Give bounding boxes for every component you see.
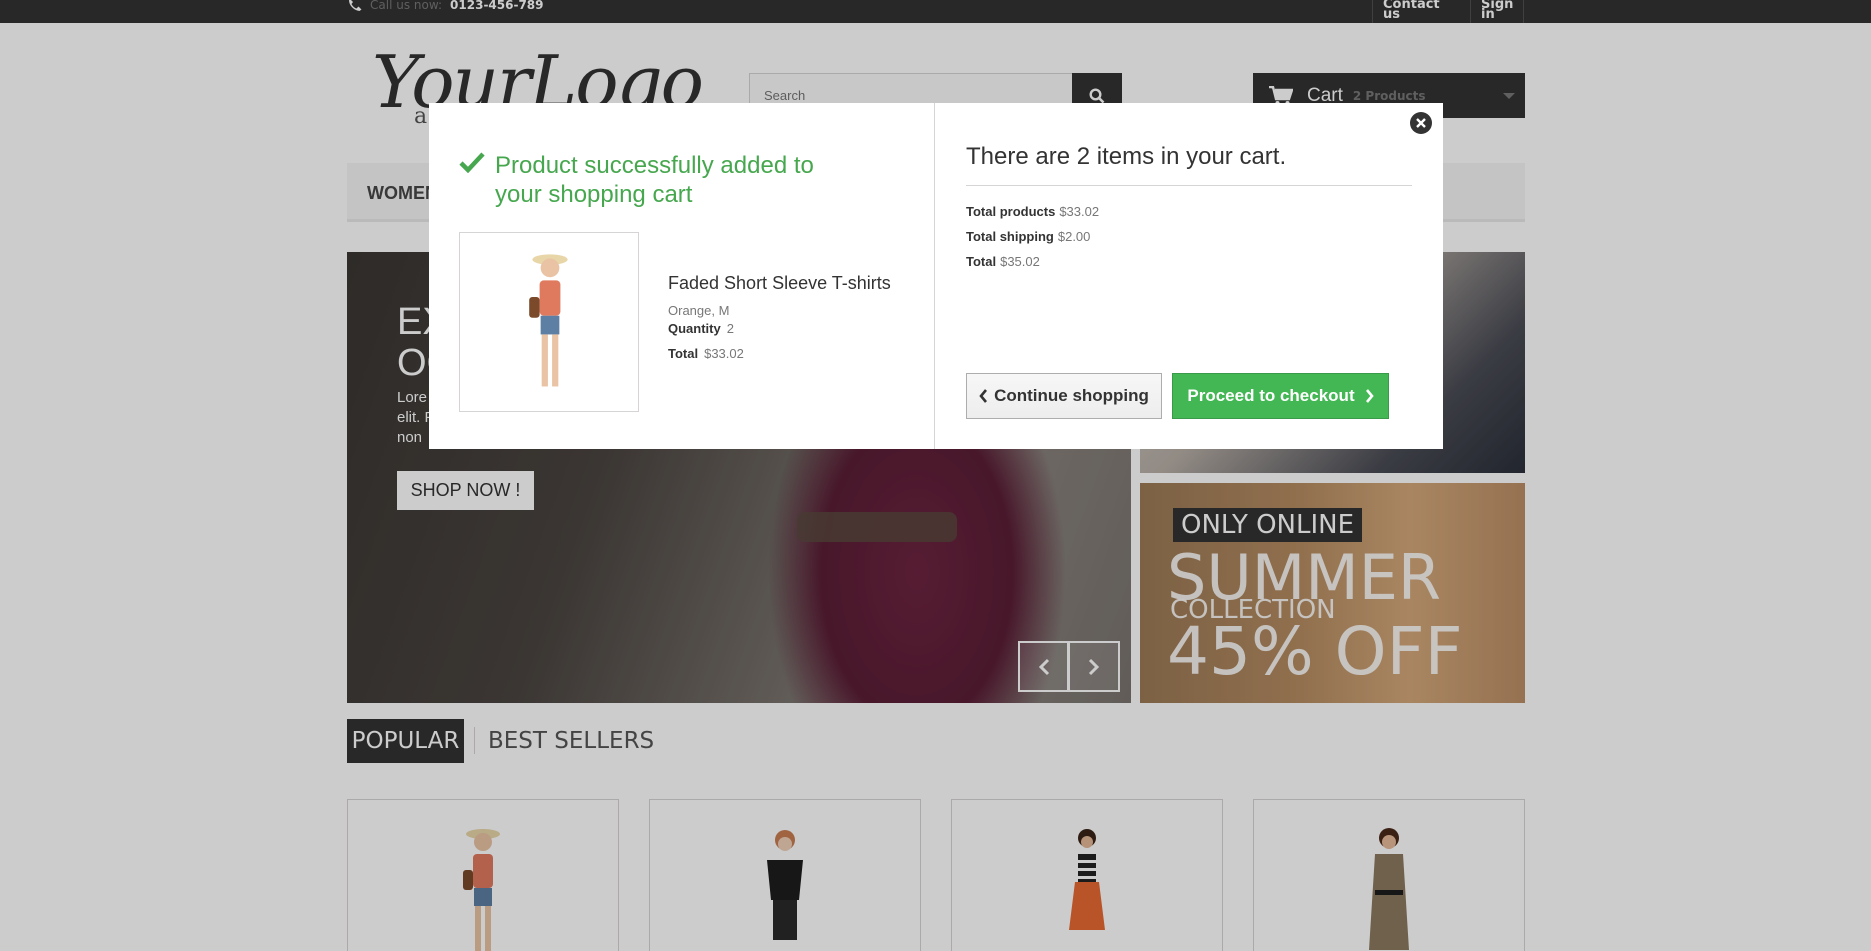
close-icon — [1416, 118, 1426, 128]
close-modal-button[interactable] — [1410, 112, 1432, 134]
product-total-value: $33.02 — [704, 346, 744, 361]
success-text: Product successfully added to your shopp… — [495, 152, 814, 208]
modal-product-panel: Product successfully added to your shopp… — [429, 103, 935, 449]
quantity-value: 2 — [726, 321, 734, 336]
product-thumbnail-image — [529, 254, 568, 387]
total-products-value: $33.02 — [1059, 204, 1100, 219]
total-shipping-value: $2.00 — [1057, 229, 1091, 244]
quantity-label: Quantity — [668, 321, 721, 336]
grand-total-value: $35.02 — [1000, 254, 1040, 269]
grand-total-row: Total $35.02 — [966, 254, 1040, 269]
cart-summary-title: There are 2 items in your cart. — [966, 143, 1412, 186]
grand-total-label: Total — [966, 254, 997, 269]
product-thumbnail — [459, 232, 639, 412]
product-quantity-row: Quantity 2 — [668, 321, 734, 336]
total-products-label: Total products — [966, 204, 1056, 219]
chevron-left-icon — [979, 389, 988, 403]
proceed-to-checkout-button[interactable]: Proceed to checkout — [1172, 373, 1389, 419]
total-shipping-label: Total shipping — [966, 229, 1054, 244]
product-name: Faded Short Sleeve T-shirts — [668, 273, 891, 293]
add-to-cart-modal: Product successfully added to your shopp… — [429, 103, 1443, 449]
chevron-right-icon — [1365, 389, 1374, 403]
proceed-to-checkout-label: Proceed to checkout — [1187, 386, 1355, 405]
product-total-label: Total — [668, 346, 699, 361]
product-attributes: Orange, M — [668, 303, 730, 318]
modal-cart-panel: There are 2 items in your cart. Total pr… — [936, 103, 1443, 449]
continue-shopping-label: Continue shopping — [994, 386, 1149, 405]
continue-shopping-button[interactable]: Continue shopping — [966, 373, 1162, 419]
product-total-row: Total $33.02 — [668, 346, 744, 361]
success-message: Product successfully added to your shopp… — [459, 151, 825, 209]
total-shipping-row: Total shipping $2.00 — [966, 229, 1090, 244]
check-icon — [459, 152, 485, 173]
total-products-row: Total products $33.02 — [966, 204, 1099, 219]
